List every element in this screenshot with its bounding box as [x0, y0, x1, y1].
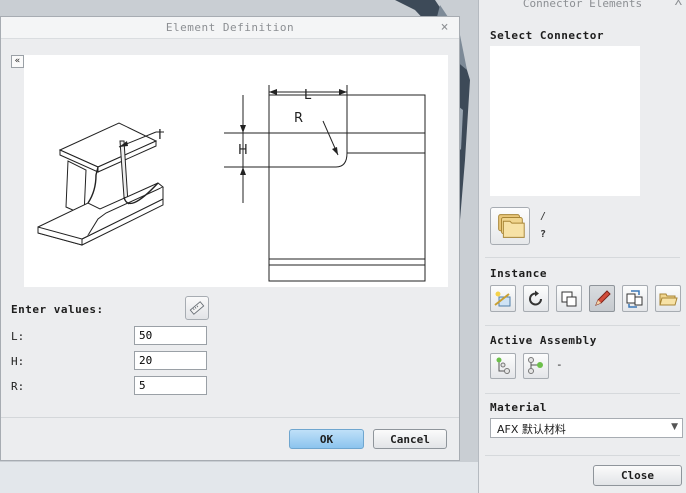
cancel-button[interactable]: Cancel — [373, 429, 447, 449]
copy-instance-icon — [561, 291, 577, 306]
dialog-separator — [1, 417, 459, 418]
i-beam-diagram: I L R H — [37, 85, 426, 282]
new-instance-button[interactable] — [490, 285, 516, 312]
chevron-down-icon: ▼ — [671, 422, 678, 432]
assembly-tree-icon — [496, 357, 510, 374]
panel-divider — [485, 257, 680, 258]
panel-divider — [485, 393, 680, 394]
element-definition-dialog: Element Definition × « I L R H Enter val… — [0, 16, 460, 461]
ruler-icon — [189, 301, 205, 315]
copy-instance-button[interactable] — [556, 285, 582, 312]
r-input[interactable] — [134, 376, 207, 395]
section-figure: I L R H — [24, 55, 448, 287]
instance-label: Instance — [490, 267, 547, 280]
field-l-label: L: — [11, 330, 25, 343]
select-connector-label: Select Connector — [490, 29, 604, 42]
collapse-figure-button[interactable]: « — [11, 55, 24, 68]
panel-title: Connector Elements — [522, 0, 643, 10]
enter-values-label: Enter values: — [11, 303, 104, 316]
figure-label-l: L — [304, 88, 312, 103]
field-r-label: R: — [11, 380, 25, 393]
edit-pencil-icon — [595, 289, 611, 306]
figure-label-i: I — [158, 128, 162, 143]
refresh-button[interactable] — [523, 285, 549, 312]
field-h-label: H: — [11, 355, 25, 368]
panel-divider — [485, 325, 680, 326]
viewport-bottom-bar — [0, 462, 480, 493]
dialog-close-icon[interactable]: × — [441, 20, 449, 35]
measure-button[interactable] — [185, 296, 209, 320]
panel-close-icon[interactable]: X — [675, 0, 682, 7]
dialog-title-bar: Element Definition × — [1, 17, 459, 39]
material-select[interactable]: AFX 默认材料 ▼ — [490, 418, 683, 438]
folders-icon — [498, 214, 525, 238]
browse-connector-button[interactable] — [490, 207, 530, 245]
new-instance-icon — [494, 291, 511, 306]
connector-elements-panel: Connector Elements X Select Connector / … — [478, 0, 686, 493]
ok-button[interactable]: OK — [289, 429, 364, 449]
active-assembly-label: Active Assembly — [490, 334, 597, 347]
replace-icon — [626, 289, 643, 308]
assembly-link-icon — [528, 357, 543, 374]
panel-title-bar: Connector Elements X — [479, 0, 686, 11]
open-folder-icon — [659, 293, 678, 305]
h-input[interactable] — [134, 351, 207, 370]
replace-instance-button[interactable] — [622, 285, 648, 312]
l-input[interactable] — [134, 326, 207, 345]
figure-label-h: H — [238, 143, 248, 158]
active-assembly-value: - — [556, 358, 563, 371]
assembly-select-button[interactable] — [490, 353, 516, 379]
select-hint-question: ? — [540, 229, 547, 240]
assembly-set-button[interactable] — [523, 353, 549, 379]
figure-label-r: R — [294, 111, 303, 126]
select-hint-slash: / — [540, 211, 547, 222]
material-select-value: AFX 默认材料 — [497, 423, 566, 436]
open-instance-button[interactable] — [655, 285, 681, 312]
close-button[interactable]: Close — [593, 465, 682, 486]
edit-instance-button[interactable] — [589, 285, 615, 312]
material-label: Material — [490, 401, 547, 414]
connector-list[interactable] — [490, 46, 640, 196]
refresh-icon — [529, 290, 542, 305]
dialog-title: Element Definition — [165, 21, 295, 34]
panel-divider — [485, 455, 680, 456]
